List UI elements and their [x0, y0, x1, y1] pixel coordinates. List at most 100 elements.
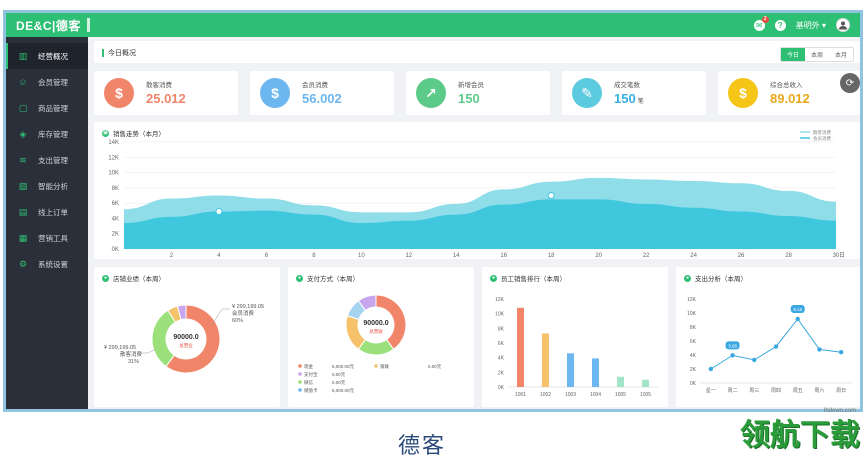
legend-dot: [298, 388, 302, 392]
x-tick-label: 1001: [515, 392, 526, 398]
y-tick-label: 8K: [690, 325, 697, 331]
sidebar-item[interactable]: ▤ 线上订单: [6, 199, 88, 225]
dollar-icon: $: [104, 78, 134, 108]
section-marker: [102, 49, 104, 57]
trend-icon: ↗: [416, 78, 446, 108]
overview-header: 今日概况 今日 本周 本月: [94, 41, 860, 63]
stat-value-wrap: 89.012: [770, 91, 812, 106]
bar[interactable]: [567, 353, 574, 387]
sidebar-item[interactable]: ▥ 经营概况: [6, 43, 88, 69]
bar[interactable]: [642, 379, 649, 387]
footer-brand: 德客: [398, 434, 447, 459]
user-menu[interactable]: 基明外 ▾: [796, 20, 826, 31]
app-logo[interactable]: DE&C|德客: [16, 17, 81, 34]
top-bar: DE&C|德客 ✉ 2 ? 基明外 ▾: [6, 13, 860, 37]
y-tick-label: 10K: [108, 171, 119, 177]
stat-label: 成交笔数: [614, 82, 640, 89]
refresh-icon[interactable]: ⟳: [840, 73, 860, 93]
sidebar-item[interactable]: ▦ 营销工具: [6, 225, 88, 251]
tab-month[interactable]: 本月: [828, 48, 853, 61]
stat-value: 150: [614, 91, 636, 106]
data-point[interactable]: [547, 192, 555, 199]
tab-week[interactable]: 本周: [804, 48, 829, 61]
center-value: 90000.0: [173, 334, 198, 341]
bar[interactable]: [517, 307, 524, 387]
x-tick-label: 12: [405, 253, 412, 259]
sidebar-item-label: 经营概况: [38, 51, 68, 61]
sales-trend-chart: 0K2K4K6K8K10K12K14K2 4 6 8 10 12 14 16 18 20 22 24 2…: [108, 129, 845, 259]
sidebar-item[interactable]: ▢ 商品管理: [6, 95, 88, 121]
x-unit-label: 日: [839, 252, 845, 259]
sidebar-item[interactable]: ⚙ 系统设置: [6, 251, 88, 277]
legend-amount: 0.00元: [332, 380, 346, 386]
sidebar-item[interactable]: ◈ 库存管理: [6, 121, 88, 147]
x-tick-label: 14: [453, 253, 460, 259]
legend-amount: 0.00元: [332, 372, 346, 378]
data-point[interactable]: [730, 353, 735, 358]
x-tick-label: 周三: [749, 388, 759, 394]
data-point[interactable]: [773, 344, 779, 349]
stat-value: 89.012: [770, 91, 810, 106]
app-window: DE&C|德客 ✉ 2 ? 基明外 ▾ ▥ 经营概况 ☺ 会员管理 ▢ 商品管理 ◈ 库存管理 ≋…: [3, 10, 863, 412]
data-point[interactable]: [838, 350, 844, 355]
x-tick-label: 周日: [836, 388, 846, 394]
sidebar: ▥ 经营概况 ☺ 会员管理 ▢ 商品管理 ◈ 库存管理 ≋ 支出管理 ▨ 智能分析 ▤ 线上订单 ▦ 营销工具…: [6, 37, 88, 409]
center-label: 总营收: [369, 328, 383, 335]
sidebar-item[interactable]: ☺ 会员管理: [6, 69, 88, 95]
sales-trend-panel: ▣ 销售走势（本月） 0K 2K 4K 6K 8K 10K 12K 14K 2 4 6 8 10 12 14 1…: [94, 122, 860, 259]
coins-icon: $: [728, 78, 758, 108]
x-tick-label: 1004: [590, 392, 601, 398]
avatar[interactable]: [836, 18, 850, 32]
y-tick-label: 6K: [690, 339, 697, 345]
stat-card: ✎ 成交笔数 150 笔: [562, 71, 706, 115]
data-point[interactable]: [795, 316, 800, 322]
data-point[interactable]: [817, 347, 822, 352]
legend-name: 储值卡: [304, 387, 318, 394]
slice-pct: 60%: [232, 318, 243, 324]
sidebar-item-label: 商品管理: [38, 103, 68, 113]
x-tick-label: 周二: [728, 388, 738, 394]
data-point[interactable]: [708, 366, 714, 372]
gift-icon: ▦: [18, 232, 28, 243]
sidebar-item-label: 库存管理: [38, 129, 68, 139]
x-tick-label: 1003: [565, 392, 576, 398]
y-tick-label: 10K: [495, 312, 505, 318]
legend-dot: [298, 364, 302, 368]
x-tick-label: 8: [312, 253, 316, 259]
data-point[interactable]: [215, 208, 223, 216]
stat-card: $ 散客消费 25.012: [94, 71, 238, 115]
user-icon: ☺: [18, 77, 28, 87]
sidebar-item-label: 会员管理: [38, 77, 68, 87]
watermark: 领航下载: [740, 418, 860, 453]
sidebar-item[interactable]: ▨ 智能分析: [6, 173, 88, 199]
legend-dot: [298, 372, 302, 376]
y-tick-label: 2K: [112, 232, 119, 238]
center-value: 90000.0: [363, 320, 388, 327]
data-point[interactable]: [752, 357, 757, 363]
bag-icon: ▢: [18, 102, 28, 113]
y-tick-label: 12K: [687, 297, 697, 303]
bar[interactable]: [542, 333, 549, 387]
bar[interactable]: [617, 376, 624, 387]
stat-value-wrap: 150: [458, 91, 482, 106]
x-tick-label: 周五: [793, 388, 803, 394]
legend-dot: [298, 380, 302, 384]
overview-title: 今日概况: [108, 50, 136, 57]
help-icon[interactable]: ?: [774, 19, 786, 31]
tab-today[interactable]: 今日: [780, 48, 805, 61]
stat-label: 综合总收入: [770, 82, 803, 89]
bar[interactable]: [592, 358, 599, 387]
y-tick-label: 4K: [690, 353, 697, 359]
message-icon[interactable]: ✉ 2: [753, 15, 769, 31]
x-tick-label: 1005: [615, 392, 626, 398]
legend-amount: 5,000.00元: [332, 364, 355, 370]
legend-label: 散客消费: [813, 129, 831, 136]
x-tick-label: 22: [643, 253, 650, 259]
y-tick-label: 6K: [112, 201, 119, 207]
legend-name: 现金: [304, 363, 313, 370]
sidebar-item[interactable]: ≋ 支出管理: [6, 147, 88, 173]
dollar-icon: $: [260, 78, 290, 108]
stat-value: 56.002: [302, 91, 342, 106]
pie-slice[interactable]: [151, 309, 176, 368]
legend-name: 微信: [304, 379, 313, 386]
